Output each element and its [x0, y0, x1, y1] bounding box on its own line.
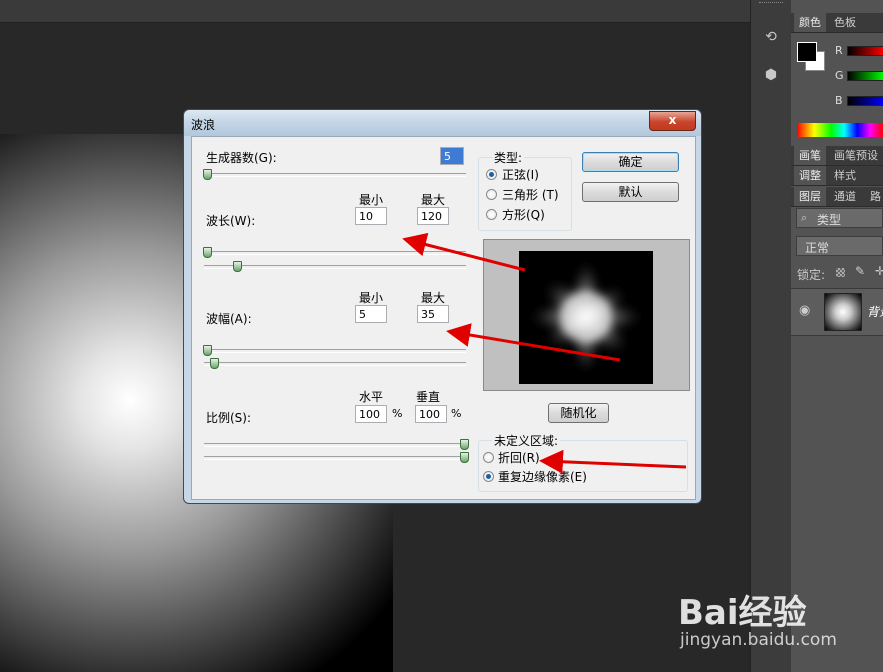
amplitude-max-label: 最大 — [421, 291, 446, 305]
type-square-radio[interactable] — [486, 209, 497, 220]
channel-b-slider[interactable] — [847, 96, 883, 106]
type-square-label[interactable]: 方形(Q) — [502, 206, 545, 223]
dialog-title: 波浪 — [191, 118, 216, 132]
preview-frame — [483, 239, 690, 391]
generators-input[interactable]: 5 — [440, 147, 464, 165]
panel-dock-strip: ⟲ ⬢ — [750, 0, 792, 672]
ok-button[interactable]: 确定 — [582, 152, 679, 172]
layer-row-background[interactable]: ◉ 背景 — [791, 288, 883, 336]
layer-thumbnail — [824, 293, 862, 331]
eye-icon[interactable]: ◉ — [799, 303, 810, 318]
tab-styles[interactable]: 样式 — [829, 166, 861, 185]
repeat-edge-pixels-radio[interactable] — [483, 471, 494, 482]
scale-vertical-input[interactable]: 100 — [415, 405, 447, 423]
brush-panel-tabs: 画笔 画笔预设 — [791, 146, 883, 166]
layer-kind-filter[interactable]: ⌕ 类型 — [796, 208, 883, 228]
amplitude-min-input[interactable]: 5 — [355, 305, 387, 323]
channel-r-label: R — [835, 44, 843, 57]
preview-image — [519, 251, 653, 384]
search-icon: ⌕ — [801, 211, 808, 224]
baidu-watermark-logo: Bai经验 — [678, 593, 807, 633]
right-panel: 颜色 色板 R G B 画笔 画笔预设 调整 样式 图层 通道 路 ⌕ 类型 正… — [791, 0, 883, 672]
tab-channels[interactable]: 通道 — [829, 187, 861, 206]
scale-horizontal-slider-track[interactable] — [204, 443, 466, 447]
tab-paths[interactable]: 路 — [865, 187, 883, 206]
color-spectrum-bar[interactable] — [797, 123, 883, 137]
dialog-body: 生成器数(G): 5 最小 最大 波长(W): 10 120 最小 最大 波幅(… — [191, 136, 696, 500]
foreground-color-swatch[interactable] — [797, 42, 817, 62]
layer-kind-label: 类型 — [817, 213, 842, 227]
scale-vertical-slider-thumb[interactable] — [460, 452, 469, 463]
tab-adjustments[interactable]: 调整 — [794, 166, 826, 185]
wavelength-label: 波长(W): — [206, 214, 256, 228]
channel-g-slider[interactable] — [847, 71, 883, 81]
dialog-titlebar[interactable]: 波浪 x — [184, 110, 701, 136]
preview-render — [526, 257, 646, 377]
wavelength-min-slider-thumb[interactable] — [203, 247, 212, 258]
type-sine-label[interactable]: 正弦(I) — [502, 166, 539, 183]
layers-panel-tabs: 图层 通道 路 — [791, 187, 883, 207]
default-button[interactable]: 默认 — [582, 182, 679, 202]
generators-slider-track[interactable] — [204, 173, 466, 177]
scale-horizontal-label: 水平 — [359, 390, 384, 404]
type-triangle-radio[interactable] — [486, 189, 497, 200]
type-legend: 类型: — [492, 149, 525, 166]
generators-slider-thumb[interactable] — [203, 169, 212, 180]
blend-mode-select[interactable]: 正常 — [796, 236, 883, 256]
3d-icon[interactable]: ⬢ — [760, 64, 782, 86]
baidu-watermark-url: jingyan.baidu.com — [680, 630, 837, 650]
amplitude-min-slider-track[interactable] — [204, 349, 466, 353]
wavelength-min-label: 最小 — [359, 193, 384, 207]
wavelength-max-input[interactable]: 120 — [417, 207, 449, 225]
tab-layers[interactable]: 图层 — [794, 187, 826, 206]
scale-horizontal-unit: % — [392, 407, 403, 420]
channel-g-label: G — [835, 69, 844, 82]
document-tab-strip — [0, 0, 750, 23]
brush-icon[interactable]: ✎ — [855, 264, 865, 278]
history-icon[interactable]: ⟲ — [760, 26, 782, 48]
wavelength-min-slider-track[interactable] — [204, 251, 466, 255]
dock-grip — [759, 2, 783, 6]
scale-vertical-unit: % — [451, 407, 462, 420]
adjust-panel-tabs: 调整 样式 — [791, 166, 883, 186]
wavelength-max-label: 最大 — [421, 193, 446, 207]
color-panel-tabs: 颜色 色板 — [791, 13, 883, 33]
generators-label: 生成器数(G): — [206, 151, 277, 165]
amplitude-max-input[interactable]: 35 — [417, 305, 449, 323]
wrap-around-radio[interactable] — [483, 452, 494, 463]
amplitude-min-slider-thumb[interactable] — [203, 345, 212, 356]
lock-label: 锁定: — [797, 268, 826, 282]
type-triangle-label[interactable]: 三角形 (T) — [502, 186, 559, 203]
channel-b-label: B — [835, 94, 843, 107]
scale-vertical-label: 垂直 — [416, 390, 441, 404]
wrap-around-label[interactable]: 折回(R) — [498, 449, 540, 466]
tab-color[interactable]: 颜色 — [794, 13, 826, 32]
tab-swatches[interactable]: 色板 — [829, 13, 861, 32]
tab-brush-presets[interactable]: 画笔预设 — [829, 146, 883, 165]
randomize-button[interactable]: 随机化 — [548, 403, 609, 423]
amplitude-label: 波幅(A): — [206, 312, 252, 326]
layer-name: 背景 — [867, 305, 883, 319]
wavelength-min-input[interactable]: 10 — [355, 207, 387, 225]
close-button[interactable]: x — [649, 111, 696, 131]
wavelength-max-slider-track[interactable] — [204, 265, 466, 269]
channel-r-slider[interactable] — [847, 46, 883, 56]
move-icon[interactable]: ✛ — [875, 264, 883, 278]
amplitude-min-label: 最小 — [359, 291, 384, 305]
undefined-area-legend: 未定义区域: — [492, 432, 561, 449]
blend-mode-value: 正常 — [805, 241, 830, 255]
lock-transparent-icon[interactable] — [836, 268, 845, 277]
wave-dialog: 波浪 x 生成器数(G): 5 最小 最大 波长(W): 10 120 最小 最… — [183, 109, 702, 504]
scale-horizontal-input[interactable]: 100 — [355, 405, 387, 423]
scale-vertical-slider-track[interactable] — [204, 456, 466, 460]
wavelength-max-slider-thumb[interactable] — [233, 261, 242, 272]
type-sine-radio[interactable] — [486, 169, 497, 180]
scale-horizontal-slider-thumb[interactable] — [460, 439, 469, 450]
tab-brush[interactable]: 画笔 — [794, 146, 826, 165]
scale-label: 比例(S): — [206, 411, 252, 425]
amplitude-max-slider-track[interactable] — [204, 362, 466, 366]
repeat-edge-pixels-label[interactable]: 重复边缘像素(E) — [498, 468, 587, 485]
amplitude-max-slider-thumb[interactable] — [210, 358, 219, 369]
